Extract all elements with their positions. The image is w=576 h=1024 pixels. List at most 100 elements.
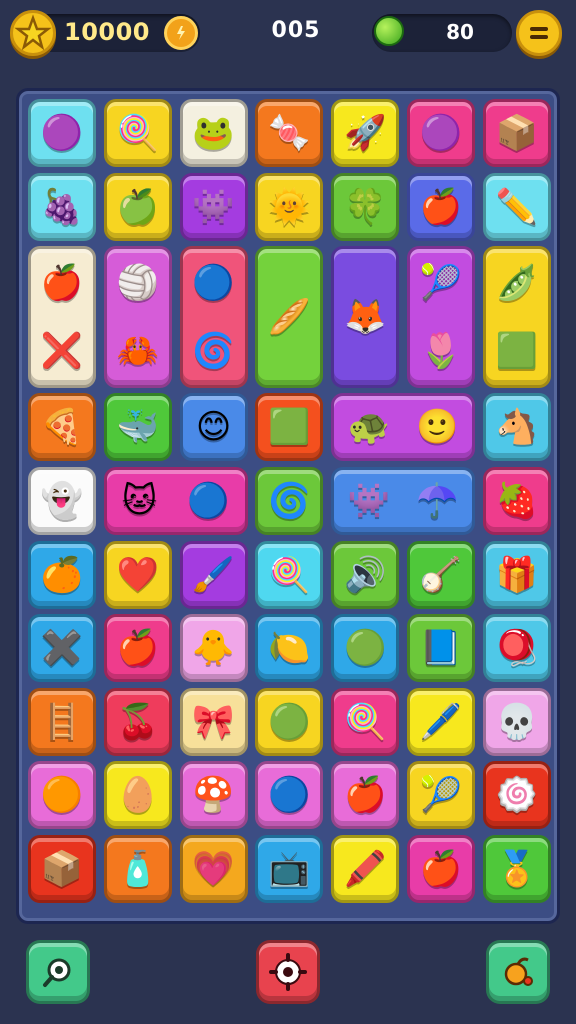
board-tile[interactable]: 🦊 bbox=[331, 246, 400, 388]
board-tile[interactable]: 🌀 bbox=[255, 467, 324, 535]
board-tile[interactable]: 🎀 bbox=[179, 687, 248, 756]
board-tile[interactable]: 🎾 🌷 bbox=[407, 246, 475, 388]
board-tile[interactable]: 📦 bbox=[28, 835, 96, 903]
board-tile[interactable]: 🖌️ bbox=[179, 540, 248, 609]
menu-icon bbox=[530, 27, 548, 39]
green-magnifier-icon: 🟢 bbox=[268, 701, 311, 742]
orange-face-icon: 🍊 bbox=[40, 554, 84, 595]
board-tile[interactable]: 👻 bbox=[28, 467, 96, 535]
board-tile[interactable]: 🍭 bbox=[103, 99, 172, 167]
board-tile[interactable]: 🟢 bbox=[255, 687, 324, 756]
red-apple-icon: 🍎 bbox=[344, 775, 387, 816]
board-tile[interactable]: 🖊️ bbox=[407, 687, 475, 756]
board-tile[interactable]: 🍇 bbox=[28, 172, 96, 241]
board-tile[interactable]: ✖️ bbox=[28, 614, 96, 683]
tv-icon: 📺 bbox=[268, 849, 311, 889]
board-tile[interactable]: 🍭 bbox=[331, 687, 400, 756]
pen-icon: 🖊️ bbox=[419, 701, 463, 742]
board-tile[interactable]: 🏅 bbox=[482, 835, 551, 903]
board-tile[interactable]: 🔊 bbox=[331, 540, 400, 609]
board-tile[interactable]: 📘 bbox=[407, 614, 475, 683]
board-tile[interactable]: 📺 bbox=[255, 835, 324, 903]
board-tile[interactable]: 🪜 bbox=[28, 687, 96, 756]
board-tile[interactable]: 🟣 bbox=[407, 99, 475, 167]
board-tile[interactable]: 🍕 bbox=[28, 393, 96, 462]
level-number: 005 bbox=[271, 18, 321, 43]
box-icon: 📦 bbox=[40, 849, 84, 889]
board-tile[interactable]: 💀 bbox=[482, 687, 551, 756]
board-tile[interactable]: 🪀 bbox=[482, 614, 551, 683]
board-tile[interactable]: 🍏 bbox=[103, 172, 172, 241]
star-icon[interactable] bbox=[10, 10, 56, 56]
boost-button[interactable] bbox=[486, 940, 550, 1004]
board-tile[interactable]: 👾 ☂️ bbox=[331, 467, 475, 535]
board-tile[interactable]: 🍎 ❌ bbox=[28, 246, 96, 388]
blue-blob-icon: 🐳 bbox=[116, 407, 159, 448]
mushroom-icon: 🍄 bbox=[192, 775, 235, 816]
board-tile[interactable]: 🎾 bbox=[407, 761, 475, 830]
board-tile[interactable]: 🟣 bbox=[28, 99, 96, 167]
board-tile[interactable]: 🐢 🙂 bbox=[331, 393, 475, 462]
board-tile[interactable]: 🐥 bbox=[179, 614, 248, 683]
lollipop-icon: 🍭 bbox=[268, 554, 311, 595]
board-tile[interactable]: 🔵 🌀 bbox=[179, 246, 248, 388]
pencil-icon: ✏️ bbox=[495, 186, 538, 227]
board-tile[interactable]: 🎁 bbox=[482, 540, 551, 609]
speaker-icon: 🔊 bbox=[344, 554, 387, 595]
striped-ball-icon: 🎾 bbox=[419, 775, 463, 816]
board-tile[interactable]: 🍭 bbox=[255, 540, 324, 609]
board-tile[interactable]: 🥖 bbox=[255, 246, 324, 388]
board-tile[interactable]: 🟠 bbox=[28, 761, 96, 830]
board-tile[interactable]: 🍬 bbox=[255, 99, 324, 167]
board-tile[interactable]: 🥚 bbox=[103, 761, 172, 830]
board-tile[interactable]: 🚀 bbox=[331, 99, 400, 167]
board-tile[interactable]: 👾 bbox=[179, 172, 248, 241]
green-blob-icon: 🫛 bbox=[495, 263, 538, 304]
board-tile[interactable]: 🌞 bbox=[255, 172, 324, 241]
board-tile[interactable]: 🐱 🔵 bbox=[103, 467, 248, 535]
menu-button[interactable] bbox=[516, 10, 562, 56]
board-tile[interactable]: 🍓 bbox=[482, 467, 551, 535]
bomb-icon bbox=[504, 957, 533, 986]
board-tile[interactable]: ✏️ bbox=[482, 172, 551, 241]
board-tile[interactable]: 🍋 bbox=[255, 614, 324, 683]
board-tile[interactable]: 🐴 bbox=[482, 393, 551, 462]
striped-ball-icon: 🔵 bbox=[187, 481, 230, 521]
board-tile[interactable]: 🍄 bbox=[179, 761, 248, 830]
board-tile[interactable]: 🟢 bbox=[331, 614, 400, 683]
board-tile[interactable]: 🍀 bbox=[331, 172, 400, 241]
board-tile[interactable]: 🍊 bbox=[28, 540, 96, 609]
board-tile[interactable]: 🍥 bbox=[482, 761, 551, 830]
green-blob-icon: 🐸 bbox=[192, 113, 235, 153]
board-tile[interactable]: 🧴 bbox=[103, 835, 172, 903]
ladder-icon: 🪜 bbox=[40, 701, 84, 742]
red-apple-icon: 🍎 bbox=[40, 263, 84, 304]
board-tile[interactable]: 📦 bbox=[482, 99, 551, 167]
board-tile[interactable]: 💗 bbox=[179, 835, 248, 903]
strawberry-icon: 🍓 bbox=[495, 481, 538, 521]
board-tile[interactable]: 🍎 bbox=[407, 172, 475, 241]
medal-icon: 🏅 bbox=[495, 849, 538, 889]
board-tile[interactable]: 🍎 bbox=[331, 761, 400, 830]
board-tile[interactable]: 🪕 bbox=[407, 540, 475, 609]
settings-button[interactable] bbox=[256, 940, 320, 1004]
board-tile[interactable]: 🍎 bbox=[407, 835, 475, 903]
plum-icon: 🍇 bbox=[40, 186, 84, 227]
red-creature-icon: 🦀 bbox=[116, 330, 159, 371]
bottle-icon: 🧴 bbox=[116, 849, 159, 889]
red-apple-icon: 🍎 bbox=[419, 849, 463, 889]
hint-button[interactable] bbox=[26, 940, 90, 1004]
board-tile[interactable]: 🏐 🦀 bbox=[103, 246, 172, 388]
board-tile[interactable]: 🍎 bbox=[103, 614, 172, 683]
board-tile[interactable]: 🐳 bbox=[103, 393, 172, 462]
board-tile[interactable]: 😊 bbox=[179, 393, 248, 462]
board-tile[interactable]: ❤️ bbox=[103, 540, 172, 609]
board-tile[interactable]: 🐸 bbox=[179, 99, 248, 167]
board-tile[interactable]: 🖍️ bbox=[331, 835, 400, 903]
board-tile[interactable]: 🔵 bbox=[255, 761, 324, 830]
brush-icon: 🖌️ bbox=[192, 554, 235, 595]
board-tile[interactable]: 🟩 bbox=[255, 393, 324, 462]
board-tile[interactable]: 🍒 bbox=[103, 687, 172, 756]
red-apple-icon: 🍎 bbox=[419, 186, 463, 227]
board-tile[interactable]: 🫛 🟩 bbox=[482, 246, 551, 388]
